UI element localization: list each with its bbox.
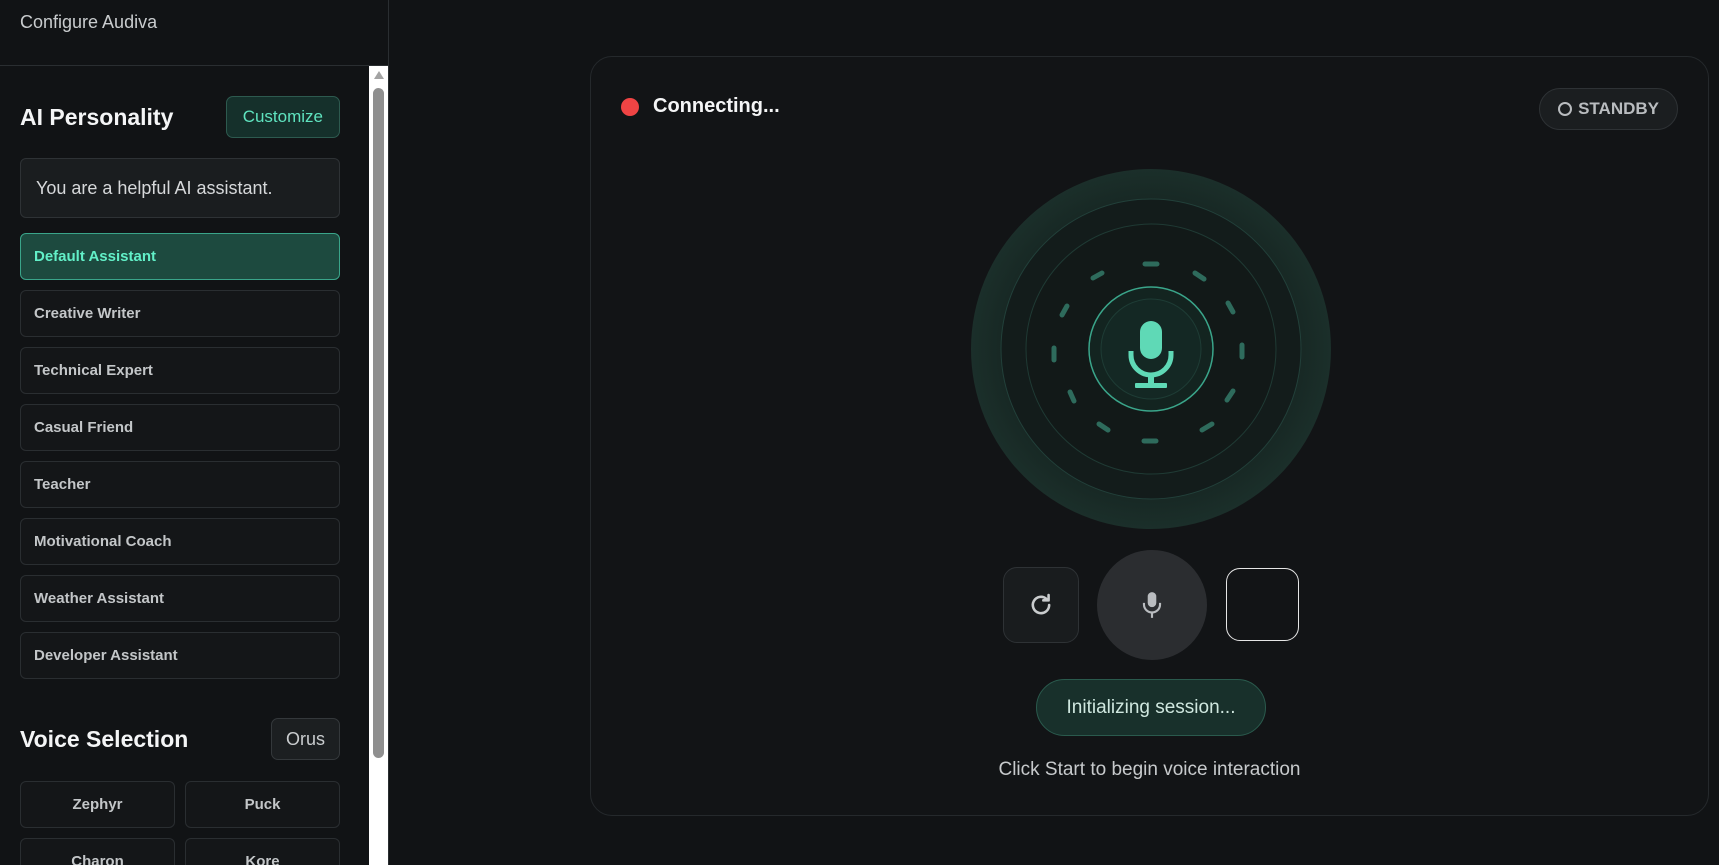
scroll-up-arrow-icon[interactable] (374, 71, 384, 79)
voice-option-zephyr[interactable]: Zephyr (20, 781, 175, 828)
mode-badge: STANDBY (1539, 88, 1678, 130)
preset-motivational-coach[interactable]: Motivational Coach (20, 518, 340, 565)
session-status-pill: Initializing session... (1036, 679, 1266, 736)
preset-weather-assistant[interactable]: Weather Assistant (20, 575, 340, 622)
mic-icon (1142, 592, 1162, 618)
preset-creative-writer[interactable]: Creative Writer (20, 290, 340, 337)
sidebar-scrollbar[interactable] (369, 66, 388, 865)
scrollbar-thumb[interactable] (373, 88, 384, 758)
reset-button[interactable] (1003, 567, 1079, 643)
status-text: Connecting... (653, 95, 780, 117)
personality-title: AI Personality (20, 103, 174, 130)
voice-header: Voice Selection Orus (20, 718, 340, 760)
refresh-icon (1031, 593, 1051, 615)
preset-casual-friend[interactable]: Casual Friend (20, 404, 340, 451)
instruction-text: Click Start to begin voice interaction (998, 759, 1301, 780)
connection-status: Connecting... (621, 95, 780, 118)
preset-developer-assistant[interactable]: Developer Assistant (20, 632, 340, 679)
voice-visualizer (971, 169, 1331, 529)
preset-teacher[interactable]: Teacher (20, 461, 340, 508)
voice-title: Voice Selection (20, 725, 189, 752)
voice-option-puck[interactable]: Puck (185, 781, 340, 828)
config-sidebar: Configure Audiva AI Personality Customiz… (0, 0, 389, 865)
sidebar-title: Configure Audiva (0, 0, 388, 66)
current-voice-badge: Orus (270, 718, 340, 760)
circle-icon (1558, 102, 1573, 116)
personality-header: AI Personality Customize (20, 96, 340, 138)
status-dot-icon (621, 97, 639, 116)
preset-default-assistant[interactable]: Default Assistant (20, 233, 340, 280)
voice-option-kore[interactable]: Kore (185, 838, 340, 865)
start-mic-button[interactable] (1097, 550, 1207, 660)
system-prompt-display[interactable]: You are a helpful AI assistant. (20, 158, 340, 218)
end-session-button[interactable] (1226, 568, 1299, 641)
customize-button[interactable]: Customize (225, 96, 340, 138)
voice-session-card: Connecting... STANDBY Initializing sessi… (590, 56, 1709, 816)
sidebar-scroll-area[interactable]: AI Personality Customize You are a helpf… (0, 66, 370, 865)
voice-option-charon[interactable]: Charon (20, 838, 175, 865)
mode-badge-label: STANDBY (1578, 99, 1659, 118)
preset-technical-expert[interactable]: Technical Expert (20, 347, 340, 394)
